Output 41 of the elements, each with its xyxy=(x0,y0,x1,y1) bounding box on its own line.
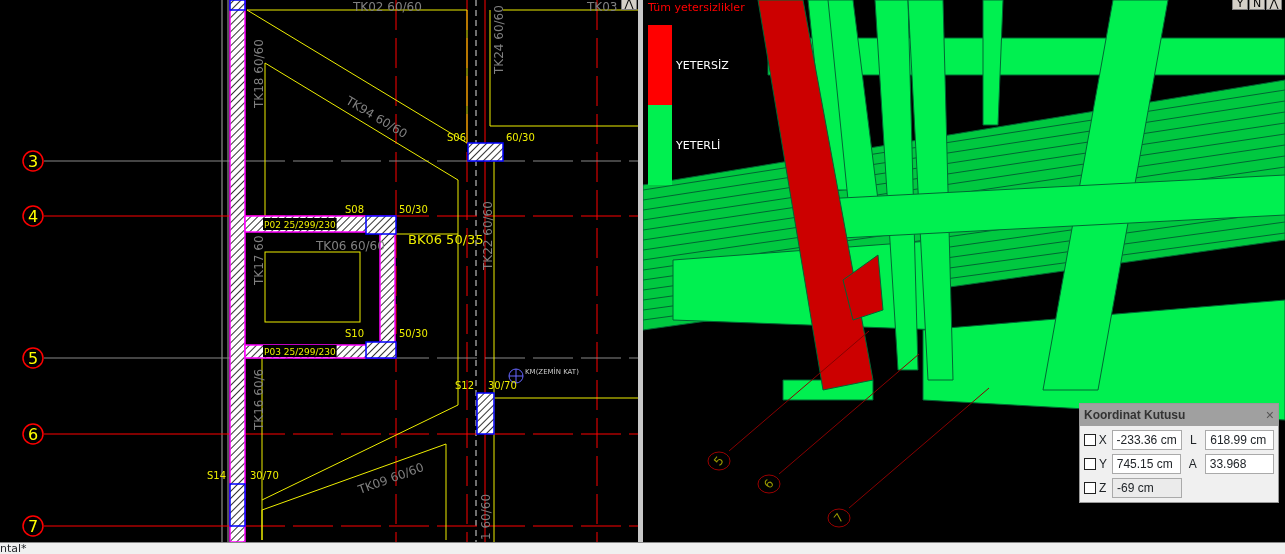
input-field: -69 cm xyxy=(1112,478,1182,498)
column-label: S14 xyxy=(207,470,227,481)
beam-label: 1 60/60 xyxy=(479,493,493,540)
axis-label: Y xyxy=(1098,456,1108,473)
beam-label: TK09 60/60 xyxy=(356,460,426,497)
column-label: 30/70 xyxy=(488,380,517,391)
field-label: A xyxy=(1187,456,1198,473)
column-label: 50/30 xyxy=(399,328,428,339)
beam-label: TK16 60/6 xyxy=(252,368,266,430)
column-label: 50/30 xyxy=(399,204,428,215)
legend-label: YETERLİ xyxy=(676,139,721,152)
column-label: S12 xyxy=(455,380,475,391)
wall-label: P02 25/299/230 xyxy=(263,218,337,230)
panel-title: Koordinat Kutusu xyxy=(1084,407,1186,424)
input-field[interactable]: 618.99 cm xyxy=(1205,430,1274,450)
axis-marker: 4 xyxy=(22,205,44,227)
beam-label: TK18 60/60 xyxy=(252,39,266,108)
axis-label: Z xyxy=(1099,480,1108,497)
axis-marker: 5 xyxy=(707,451,731,471)
input-field[interactable]: -233.36 cm xyxy=(1111,430,1182,450)
axis-marker: 7 xyxy=(827,508,851,528)
status-text: ntal* xyxy=(0,542,27,554)
legend-title: Tüm yetersizlikler xyxy=(648,1,745,14)
column-label: 60/30 xyxy=(506,132,535,143)
axis-marker: 3 xyxy=(22,150,44,172)
wall-label: P03 25/299/230 xyxy=(263,345,337,357)
axis-marker: 6 xyxy=(22,423,44,445)
input-field[interactable]: 33.968 xyxy=(1204,454,1274,474)
column-label: 30/70 xyxy=(250,470,279,481)
column-label: S10 xyxy=(345,328,365,339)
legend-label: YETERSİZ xyxy=(676,59,729,72)
beam-label: TK17 60 xyxy=(252,235,266,285)
input-field[interactable]: 745.15 cm xyxy=(1111,454,1181,474)
beam-label: BK06 50/35 xyxy=(408,232,484,247)
axis-label: X xyxy=(1098,432,1108,449)
column-label: S08 xyxy=(345,204,365,215)
axis-marker: 6 xyxy=(757,474,781,494)
beam-label: TK24 60/60 xyxy=(492,5,506,74)
axis-marker: 5 xyxy=(22,347,44,369)
field-label: L xyxy=(1189,432,1198,449)
axis-marker: 7 xyxy=(22,515,44,537)
